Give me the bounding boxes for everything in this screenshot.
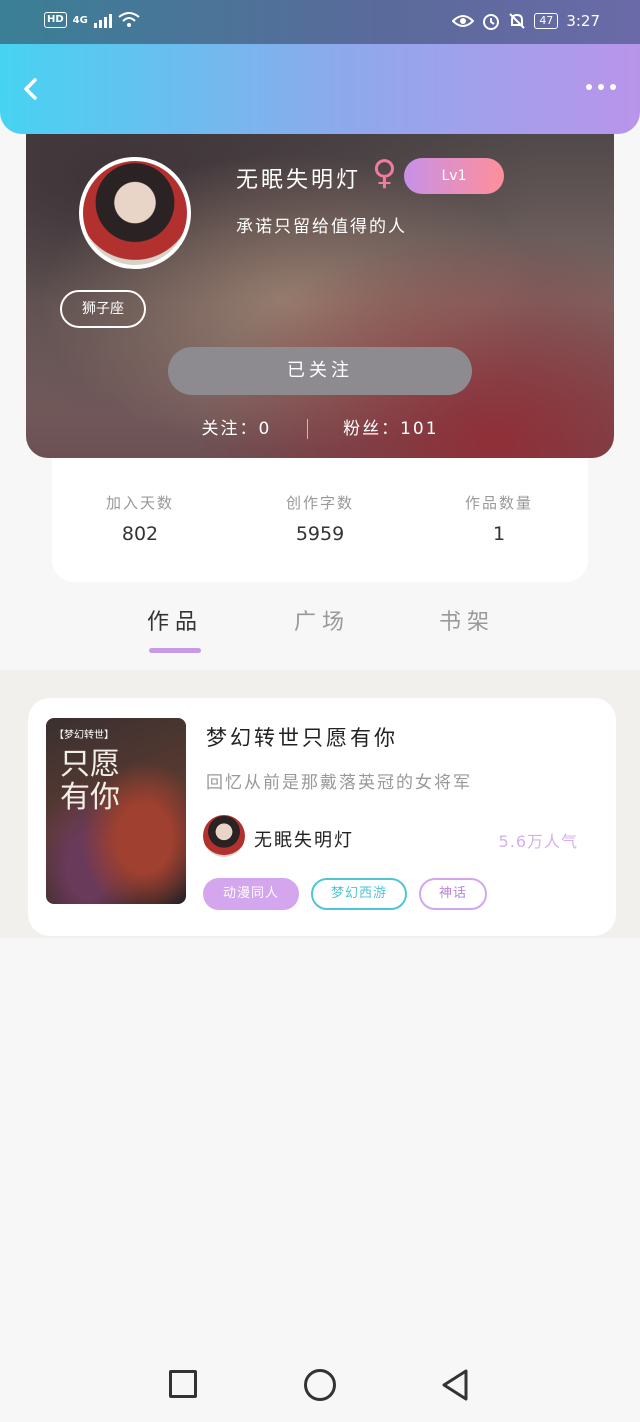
author-avatar	[203, 815, 245, 857]
divider	[306, 419, 308, 439]
zodiac-badge: 狮子座	[60, 290, 146, 328]
tab-square[interactable]: 广场	[262, 604, 382, 636]
stat-join-days: 加入天数 802	[65, 492, 215, 545]
wifi-icon	[118, 12, 140, 27]
recents-icon[interactable]	[169, 1370, 197, 1398]
eye-icon	[452, 15, 475, 27]
level-badge: Lv1	[404, 158, 504, 194]
author-name: 无眠失明灯	[254, 830, 354, 851]
stat-work-count: 作品数量 1	[424, 492, 574, 545]
mute-bell-icon	[509, 13, 526, 29]
following-count[interactable]: 关注：0	[201, 419, 271, 439]
tab-bar: 作品 广场 书架	[0, 600, 640, 670]
cover-title: 只愿有你	[60, 747, 120, 815]
tag-chip[interactable]: 神话	[419, 878, 488, 910]
home-icon[interactable]	[304, 1369, 336, 1401]
user-signature: 承诺只留给值得的人	[236, 217, 407, 237]
work-title[interactable]: 梦幻转世只愿有你	[206, 722, 398, 752]
alarm-icon	[483, 14, 500, 30]
work-card[interactable]: 【梦幻转世】 只愿有你 梦幻转世只愿有你 回忆从前是那戴落英冠的女将军 无眠失明…	[28, 698, 616, 936]
tag-chip[interactable]: 梦幻西游	[311, 878, 408, 910]
chevron-left-icon[interactable]	[20, 78, 42, 100]
stat-label: 创作字数	[285, 494, 354, 512]
signal-icon	[93, 12, 112, 28]
tab-bookshelf[interactable]: 书架	[407, 604, 527, 636]
stat-value: 5959	[295, 523, 345, 545]
tab-works[interactable]: 作品	[115, 604, 235, 636]
tag-chip[interactable]: 动漫同人	[203, 878, 300, 910]
back-triangle-icon[interactable]	[440, 1368, 470, 1402]
avatar[interactable]	[79, 157, 191, 269]
tag-list: 动漫同人 梦幻西游 神话	[203, 878, 488, 910]
tab-indicator	[149, 648, 201, 653]
network-type: 4G	[72, 14, 88, 26]
cover-tag: 【梦幻转世】	[54, 730, 114, 741]
work-description: 回忆从前是那戴落英冠的女将军	[206, 773, 472, 793]
stat-label: 加入天数	[105, 494, 174, 512]
female-icon: ♀	[372, 153, 397, 193]
follow-button[interactable]: 已关注	[168, 347, 472, 395]
fans-count[interactable]: 粉丝：101	[343, 419, 438, 439]
system-nav-bar	[0, 1348, 640, 1422]
works-list: 【梦幻转世】 只愿有你 梦幻转世只愿有你 回忆从前是那戴落英冠的女将军 无眠失明…	[0, 670, 640, 938]
stat-value: 1	[492, 523, 506, 545]
stat-word-count: 创作字数 5959	[245, 492, 395, 545]
stat-value: 802	[121, 523, 159, 545]
status-bar: HD 4G 47 3:27	[0, 0, 640, 44]
follow-counts: 关注：0 粉丝：101	[26, 414, 614, 439]
book-cover[interactable]: 【梦幻转世】 只愿有你	[46, 718, 186, 904]
stats-card: 加入天数 802 创作字数 5959 作品数量 1	[52, 448, 588, 582]
username: 无眠失明灯	[236, 168, 362, 193]
clock-time: 3:27	[566, 12, 600, 30]
hd-icon: HD	[44, 12, 67, 28]
stat-label: 作品数量	[464, 494, 533, 512]
app-bar	[0, 44, 640, 134]
profile-header: 无眠失明灯 ♀ Lv1 承诺只留给值得的人 狮子座 已关注 关注：0 粉丝：10…	[26, 112, 614, 458]
popularity: 5.6万人气	[498, 832, 578, 851]
battery-icon: 47	[534, 13, 559, 29]
more-dots-icon[interactable]	[586, 84, 616, 90]
